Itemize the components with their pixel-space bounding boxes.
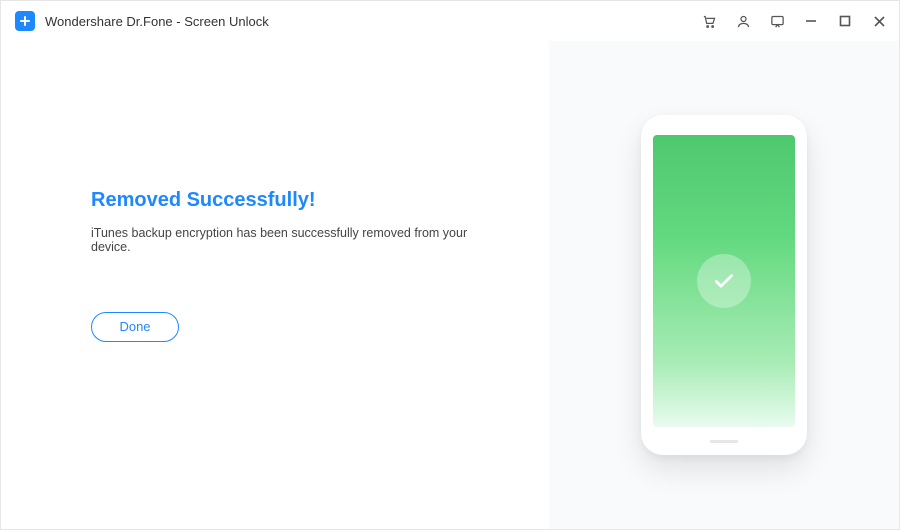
checkmark-icon	[711, 268, 737, 294]
right-panel	[549, 41, 899, 529]
app-window: Wondershare Dr.Fone - Screen Unlock	[0, 0, 900, 530]
feedback-icon[interactable]	[769, 13, 785, 29]
success-badge	[697, 254, 751, 308]
phone-illustration	[641, 115, 807, 455]
titlebar-controls	[701, 13, 887, 29]
minimize-button[interactable]	[803, 13, 819, 29]
account-icon[interactable]	[735, 13, 751, 29]
status-description: iTunes backup encryption has been succes…	[91, 226, 489, 254]
cart-icon[interactable]	[701, 13, 717, 29]
status-headline: Removed Successfully!	[91, 189, 489, 212]
done-button[interactable]: Done	[91, 312, 179, 342]
left-panel: Removed Successfully! iTunes backup encr…	[1, 21, 549, 509]
close-button[interactable]	[871, 13, 887, 29]
content-area: Removed Successfully! iTunes backup encr…	[1, 41, 899, 529]
phone-screen	[653, 135, 795, 427]
maximize-button[interactable]	[837, 13, 853, 29]
